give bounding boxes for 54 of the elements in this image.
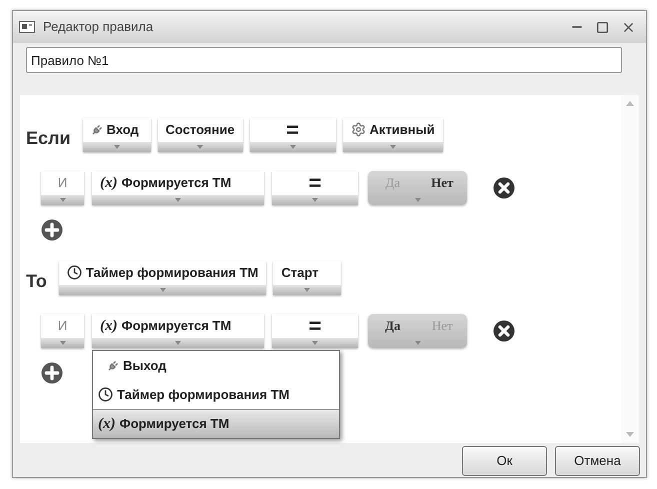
dialog-button[interactable]: Отмена xyxy=(555,446,640,476)
caret-icon xyxy=(60,341,66,345)
selector-dropdown[interactable]: Старт xyxy=(273,260,342,294)
gear-icon xyxy=(350,122,366,137)
selector-dropdown[interactable]: Таймер формирования ТМ xyxy=(58,260,266,294)
variable-dropdown[interactable]: (x) Формируется ТМ xyxy=(92,314,264,348)
window-icon xyxy=(19,21,35,33)
variable-dropdown[interactable]: (x) Формируется ТМ xyxy=(92,171,264,205)
remove-icon[interactable] xyxy=(493,177,515,199)
rule-name-field[interactable]: Правило №1 xyxy=(26,47,622,73)
maximize-icon[interactable] xyxy=(596,20,609,34)
operator-dropdown[interactable]: = xyxy=(272,314,358,348)
selector-dropdown[interactable]: Состояние xyxy=(158,118,243,152)
caret-icon xyxy=(114,144,120,148)
variable-label: Формируется ТМ xyxy=(120,415,230,434)
caret-icon xyxy=(160,288,166,292)
window-title: Редактор правила xyxy=(43,18,154,36)
caret-icon xyxy=(290,144,296,148)
toggle-option[interactable]: Да xyxy=(368,316,418,336)
add-icon[interactable] xyxy=(41,362,63,384)
remove-icon[interactable] xyxy=(493,320,515,342)
add-icon[interactable] xyxy=(41,219,63,241)
operator-dropdown[interactable]: = xyxy=(250,118,336,152)
caret-icon xyxy=(60,198,66,202)
dialog-button[interactable]: Ок xyxy=(462,446,547,476)
connector-dropdown[interactable]: И xyxy=(41,314,84,348)
variable-icon: (x) xyxy=(100,314,118,338)
caret-icon xyxy=(390,144,396,148)
operator-dropdown[interactable]: = xyxy=(272,171,358,205)
caret-icon xyxy=(312,341,318,345)
section-label: Если xyxy=(26,127,71,150)
clock-icon xyxy=(66,265,82,280)
caret-icon xyxy=(175,341,181,345)
caret-icon xyxy=(197,144,204,148)
toggle-option[interactable]: Нет xyxy=(418,173,467,193)
variable-label: Формируется ТМ xyxy=(122,174,232,192)
variable-icon: (x) xyxy=(100,172,118,194)
variable-icon: (x) xyxy=(98,412,116,436)
clock-icon xyxy=(98,387,113,402)
caret-icon xyxy=(175,198,181,202)
plug-icon xyxy=(107,360,119,372)
menu-item[interactable]: Выход xyxy=(93,351,339,380)
selector-dropdown[interactable]: Вход xyxy=(82,118,151,152)
variable-label: Формируется ТМ xyxy=(122,317,232,336)
connector-dropdown[interactable]: И xyxy=(41,171,84,205)
plug-icon xyxy=(90,124,103,136)
section-label: То xyxy=(26,270,47,293)
caret-icon xyxy=(304,288,310,292)
menu-item[interactable]: (x) Формируется ТМ xyxy=(93,409,339,438)
menu-item[interactable]: Таймер формирования ТМ xyxy=(93,380,339,409)
caret-icon xyxy=(414,198,420,202)
selector-dropdown[interactable]: Активный xyxy=(342,118,443,152)
caret-icon xyxy=(312,198,318,202)
caret-icon xyxy=(414,341,420,345)
